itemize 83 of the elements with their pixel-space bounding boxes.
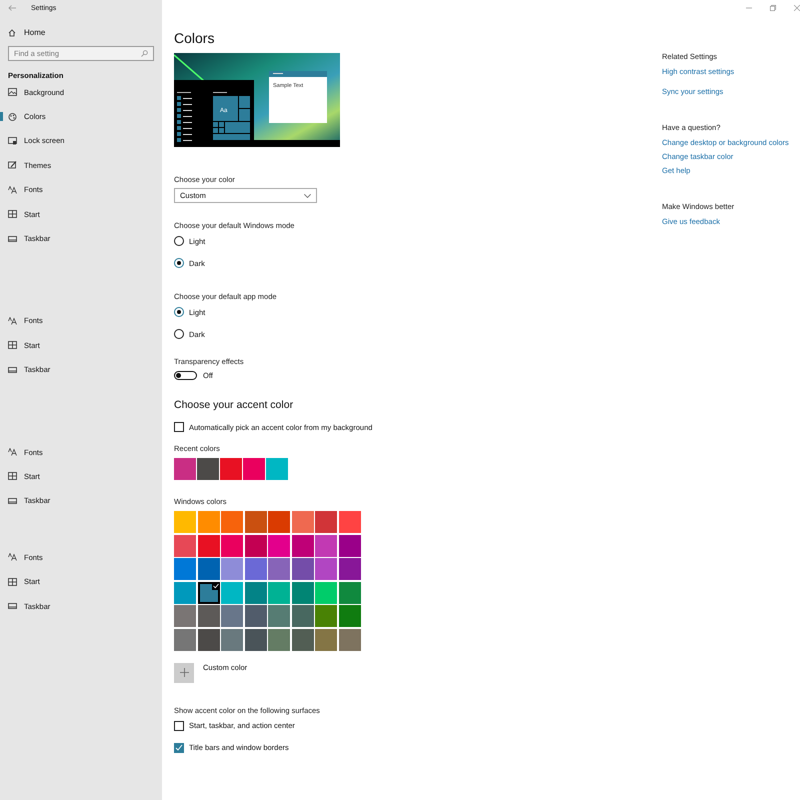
section-heading: Choose your accent color — [174, 399, 294, 411]
fonts-icon — [8, 316, 17, 325]
color-swatch[interactable] — [268, 511, 290, 533]
color-swatch[interactable] — [174, 534, 196, 556]
brush-icon — [8, 161, 17, 170]
color-swatch[interactable] — [198, 582, 220, 604]
close-icon[interactable] — [794, 5, 800, 11]
color-swatch[interactable] — [292, 558, 314, 580]
restore-icon[interactable] — [770, 5, 776, 11]
color-swatch[interactable] — [174, 582, 196, 604]
taskbar-icon — [8, 496, 17, 505]
fonts-icon — [8, 553, 17, 562]
home-icon — [8, 28, 16, 36]
checkmark-icon — [212, 582, 220, 590]
search-icon — [141, 50, 148, 57]
start-tiles-icon — [8, 210, 17, 218]
color-swatch[interactable] — [244, 605, 266, 627]
color-swatch[interactable] — [315, 511, 337, 533]
color-swatch[interactable] — [244, 582, 266, 604]
color-swatch[interactable] — [244, 628, 266, 650]
color-swatch[interactable] — [338, 605, 360, 627]
palette-icon — [8, 112, 17, 121]
start-tiles-icon — [8, 578, 17, 586]
taskbar-icon — [8, 602, 17, 610]
color-swatch[interactable] — [198, 534, 220, 556]
color-swatch[interactable] — [198, 511, 220, 533]
toggle-switch[interactable] — [174, 371, 197, 380]
start-tiles-icon — [8, 472, 17, 480]
color-swatch[interactable] — [315, 582, 337, 604]
checkmark-icon — [175, 744, 183, 752]
color-swatch[interactable] — [315, 534, 337, 556]
picture-icon — [8, 88, 17, 96]
color-swatch[interactable] — [221, 534, 243, 556]
page-title: Colors — [174, 30, 216, 46]
color-swatch[interactable] — [174, 628, 196, 650]
back-arrow-icon[interactable] — [8, 5, 16, 11]
color-swatch[interactable] — [220, 458, 242, 480]
home-item[interactable]: Home — [8, 28, 46, 37]
color-swatch[interactable] — [221, 582, 243, 604]
color-swatch[interactable] — [292, 534, 314, 556]
color-swatch[interactable] — [315, 558, 337, 580]
start-tiles-icon — [8, 341, 17, 350]
chevron-down-icon — [304, 194, 311, 198]
color-swatch[interactable] — [292, 628, 314, 650]
color-swatch[interactable] — [338, 511, 360, 533]
plus-icon — [180, 668, 188, 677]
color-swatch[interactable] — [268, 558, 290, 580]
color-swatch[interactable] — [268, 605, 290, 627]
taskbar-icon — [8, 234, 17, 243]
color-swatch[interactable] — [266, 458, 288, 480]
color-swatch[interactable] — [338, 558, 360, 580]
color-swatch[interactable] — [315, 605, 337, 627]
color-swatch[interactable] — [197, 458, 219, 480]
add-custom-color-button[interactable] — [174, 662, 194, 682]
color-swatch[interactable] — [268, 534, 290, 556]
color-swatch[interactable] — [174, 605, 196, 627]
color-swatch[interactable] — [174, 558, 196, 580]
color-swatch[interactable] — [244, 511, 266, 533]
color-swatch[interactable] — [292, 605, 314, 627]
color-swatch[interactable] — [221, 558, 243, 580]
color-swatch[interactable] — [174, 511, 196, 533]
color-swatch[interactable] — [338, 582, 360, 604]
color-swatch[interactable] — [338, 534, 360, 556]
color-swatch[interactable] — [221, 511, 243, 533]
color-swatch[interactable] — [244, 534, 266, 556]
color-swatch[interactable] — [174, 458, 196, 480]
color-swatch[interactable] — [244, 558, 266, 580]
taskbar-icon — [8, 366, 17, 374]
color-swatch[interactable] — [268, 582, 290, 604]
color-swatch[interactable] — [243, 458, 265, 480]
color-swatch[interactable] — [221, 628, 243, 650]
color-swatch[interactable] — [198, 605, 220, 627]
fonts-icon — [8, 448, 17, 456]
lock-screen-icon — [8, 136, 17, 145]
color-swatch[interactable] — [292, 582, 314, 604]
color-swatch[interactable] — [268, 628, 290, 650]
fonts-icon — [8, 186, 17, 194]
color-swatch[interactable] — [292, 511, 314, 533]
color-swatch[interactable] — [221, 605, 243, 627]
color-swatch[interactable] — [315, 628, 337, 650]
color-swatch[interactable] — [198, 628, 220, 650]
color-swatch[interactable] — [198, 558, 220, 580]
color-swatch[interactable] — [338, 628, 360, 650]
